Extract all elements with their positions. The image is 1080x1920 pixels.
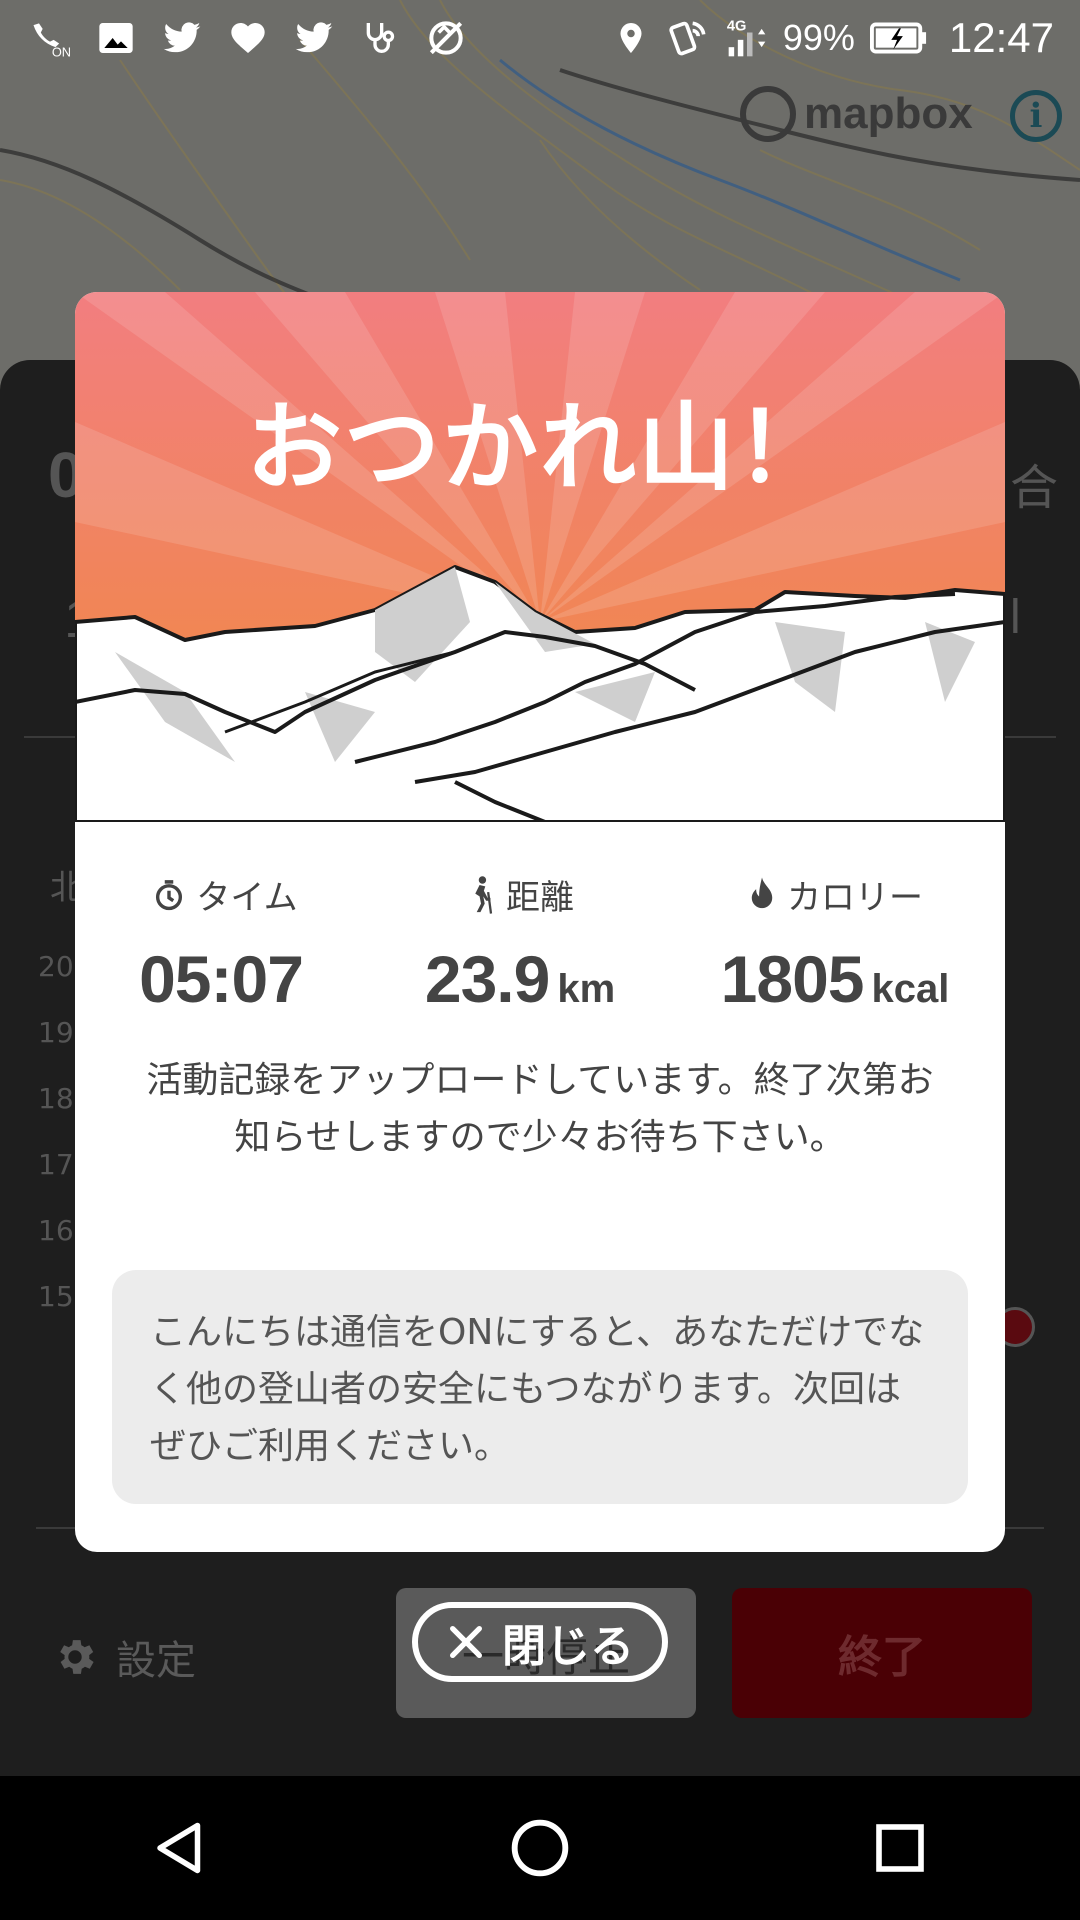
battery-percent: 99%	[782, 17, 855, 58]
connectivity-info-box: こんにちは通信をONにすると、あなただけでなく他の登山者の安全にもつながります。…	[112, 1270, 968, 1504]
flame-icon	[751, 876, 773, 908]
upload-status-message: 活動記録をアップロードしています。終了次第お知らせしますので少々お待ち下さい。	[146, 1060, 934, 1158]
stat-time-label-row: タイム	[152, 870, 298, 919]
stopwatch-icon	[156, 879, 183, 910]
close-icon	[450, 1626, 482, 1658]
stat-distance: 距離 23.9 km	[375, 870, 665, 1017]
clock: 12:47	[948, 14, 1054, 61]
gear-icon	[60, 1640, 94, 1674]
back-icon	[157, 1822, 201, 1874]
hiker-icon	[475, 875, 493, 914]
activity-stats: タイム 05:07 距離 23.9 km カロリー 1805 kcal	[75, 870, 1005, 1017]
bg-y-tick: 15	[38, 1280, 74, 1313]
bg-y-tick: 17	[38, 1148, 74, 1181]
stat-calories-label-row: カロリー	[747, 870, 923, 919]
map-info-button[interactable]: i	[1010, 90, 1062, 142]
nfc-icon	[667, 16, 711, 60]
nav-back-button[interactable]	[130, 1798, 230, 1898]
completion-dialog: おつかれ山！ タイム 05:07 距離 23.9 km カロリー 1805 kc…	[75, 292, 1005, 1552]
mapbox-logo: mapbox	[740, 86, 973, 142]
stat-time-value: 05:07	[139, 942, 304, 1016]
svg-text:4G: 4G	[727, 19, 747, 35]
recents-icon	[876, 1824, 924, 1872]
nav-recents-button[interactable]	[850, 1798, 950, 1898]
svg-text:ON: ON	[52, 44, 71, 59]
settings-button[interactable]: 設定	[52, 1628, 196, 1686]
stat-calories-value: 1805 kcal	[720, 942, 950, 1016]
twitter-icon	[160, 16, 204, 60]
signal-4g-icon: 4G	[725, 16, 769, 60]
stat-time: タイム 05:07	[75, 870, 375, 1017]
system-navigation-bar	[0, 1776, 1080, 1920]
connectivity-info-text: こんにちは通信をONにすると、あなただけでなく他の登山者の安全にもつながります。…	[150, 1312, 925, 1467]
bg-y-tick: 20	[38, 950, 74, 983]
bg-partial-right: 合	[1010, 462, 1059, 515]
status-bar: ON 4G 99% 12:47	[0, 0, 1080, 76]
gallery-icon	[94, 16, 138, 60]
bg-y-tick: 18	[38, 1082, 74, 1115]
bg-partial-right-2: l	[1010, 591, 1021, 644]
dialog-title: おつかれ山！	[246, 392, 834, 504]
end-button[interactable]: 終了	[732, 1588, 1032, 1718]
stat-distance-label: 距離	[506, 878, 574, 918]
heart-icon	[226, 16, 270, 60]
close-label: 閉じる	[502, 1621, 634, 1672]
stat-distance-value: 23.9 km	[424, 942, 616, 1016]
location-icon	[609, 16, 653, 60]
bg-y-tick: 19	[38, 1016, 74, 1049]
stat-calories: カロリー 1805 kcal	[665, 870, 1005, 1017]
close-button[interactable]: 閉じる	[412, 1602, 668, 1682]
stat-time-label: タイム	[196, 878, 298, 918]
no-sync-icon	[424, 16, 468, 60]
settings-label: 設定	[116, 1638, 196, 1684]
nav-home-button[interactable]	[490, 1798, 590, 1898]
end-label: 終了	[838, 1632, 926, 1683]
battery-charging-icon	[869, 16, 929, 60]
wifi-calling-on-icon: ON	[28, 16, 72, 60]
twitter-icon	[292, 16, 336, 60]
stethoscope-icon	[358, 16, 402, 60]
stat-calories-label: カロリー	[787, 878, 923, 918]
bg-y-tick: 16	[38, 1214, 74, 1247]
home-icon	[511, 1819, 569, 1877]
stat-distance-label-row: 距離	[466, 870, 574, 919]
